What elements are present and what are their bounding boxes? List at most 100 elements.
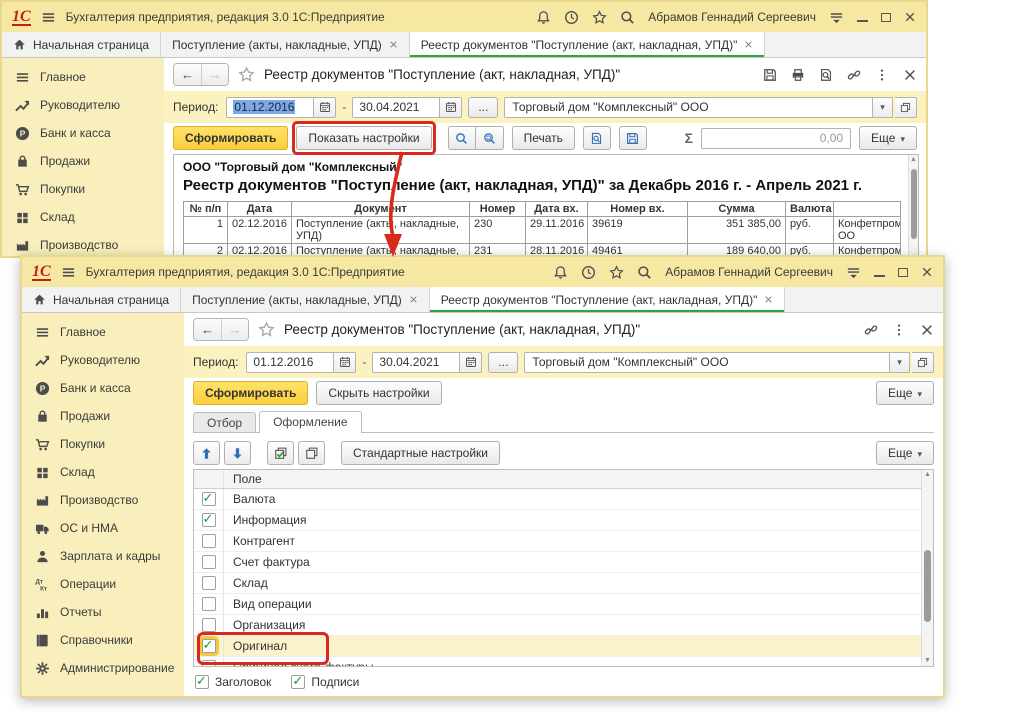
- notifications-bell-icon[interactable]: [553, 265, 568, 280]
- print-icon[interactable]: [791, 68, 805, 82]
- field-checkbox[interactable]: [202, 660, 216, 667]
- field-row[interactable]: Вид операции: [194, 594, 933, 615]
- history-clock-icon[interactable]: [564, 10, 579, 25]
- notifications-bell-icon[interactable]: [536, 10, 551, 25]
- header-checkbox[interactable]: [195, 675, 209, 689]
- favorite-star-icon[interactable]: [258, 321, 275, 338]
- field-checkbox[interactable]: [202, 492, 216, 506]
- sidebar-item[interactable]: Главное: [2, 63, 164, 91]
- calendar-icon[interactable]: [314, 97, 336, 118]
- report-scrollbar[interactable]: ▲: [908, 155, 918, 255]
- hide-settings-button[interactable]: Скрыть настройки: [316, 381, 441, 405]
- date-to-input[interactable]: 30.04.2021: [352, 97, 440, 118]
- generate-button[interactable]: Сформировать: [173, 126, 288, 150]
- user-name[interactable]: Абрамов Геннадий Сергеевич: [665, 265, 833, 279]
- forward-button[interactable]: →: [201, 64, 228, 85]
- user-name[interactable]: Абрамов Геннадий Сергеевич: [648, 10, 816, 24]
- check-all-button[interactable]: [267, 441, 294, 465]
- sidebar-item[interactable]: Склад: [2, 203, 164, 231]
- more-button[interactable]: Еще: [876, 381, 934, 405]
- combo-dropdown-icon[interactable]: [890, 352, 910, 373]
- history-clock-icon[interactable]: [581, 265, 596, 280]
- field-row[interactable]: Контрагент: [194, 531, 933, 552]
- tab-close-icon[interactable]: [409, 295, 418, 304]
- field-row[interactable]: Валюта: [194, 489, 933, 510]
- tab-register-report[interactable]: Реестр документов "Поступление (акт, нак…: [430, 287, 786, 312]
- combo-open-icon[interactable]: [895, 97, 917, 118]
- find-next-button[interactable]: [476, 126, 504, 150]
- date-from-input[interactable]: 01.12.2016: [226, 97, 314, 118]
- field-row[interactable]: Информация: [194, 510, 933, 531]
- close-window-icon[interactable]: [904, 11, 916, 23]
- period-more-button[interactable]: ...: [468, 97, 498, 118]
- sidebar-item[interactable]: Руководителю: [22, 346, 184, 374]
- sidebar-item[interactable]: ОС и НМА: [22, 514, 184, 542]
- date-to-input[interactable]: 30.04.2021: [372, 352, 460, 373]
- date-from-input[interactable]: 01.12.2016: [246, 352, 334, 373]
- signatures-checkbox[interactable]: [291, 675, 305, 689]
- tab-register-report[interactable]: Реестр документов "Поступление (акт, нак…: [410, 32, 766, 57]
- tab-close-icon[interactable]: [744, 40, 753, 49]
- close-window-icon[interactable]: [921, 266, 933, 278]
- calendar-icon[interactable]: [334, 352, 356, 373]
- scroll-up-icon[interactable]: ▲: [922, 470, 933, 480]
- tab-receipts[interactable]: Поступление (акты, накладные, УПД): [181, 287, 430, 312]
- field-row[interactable]: Склад: [194, 573, 933, 594]
- show-settings-button[interactable]: Показать настройки: [296, 126, 431, 150]
- print-button[interactable]: Печать: [512, 126, 575, 150]
- more-kebab-icon[interactable]: [892, 323, 906, 337]
- field-row[interactable]: Организация: [194, 615, 933, 636]
- find-button[interactable]: [448, 126, 476, 150]
- sidebar-item[interactable]: Банк и касса: [22, 374, 184, 402]
- move-up-button[interactable]: [193, 441, 220, 465]
- preview-icon[interactable]: [819, 68, 833, 82]
- sidebar-item[interactable]: Справочники: [22, 626, 184, 654]
- preview-button[interactable]: [583, 126, 611, 150]
- tab-filter[interactable]: Отбор: [193, 412, 256, 432]
- maximize-button[interactable]: [898, 268, 908, 277]
- sidebar-item[interactable]: Продажи: [22, 402, 184, 430]
- field-checkbox[interactable]: [202, 576, 216, 590]
- field-checkbox[interactable]: [202, 555, 216, 569]
- field-checkbox[interactable]: [202, 618, 216, 632]
- minimize-button[interactable]: [857, 20, 868, 22]
- sidebar-item[interactable]: Зарплата и кадры: [22, 542, 184, 570]
- move-down-button[interactable]: [224, 441, 251, 465]
- forward-button[interactable]: →: [221, 319, 248, 340]
- uncheck-all-button[interactable]: [298, 441, 325, 465]
- favorite-star-icon[interactable]: [238, 66, 255, 83]
- service-menu-icon[interactable]: [829, 10, 844, 25]
- header-checkbox-group[interactable]: Заголовок: [195, 675, 271, 689]
- combo-open-icon[interactable]: [912, 352, 934, 373]
- back-button[interactable]: ←: [174, 64, 201, 85]
- more-button[interactable]: Еще: [859, 126, 917, 150]
- save-icon[interactable]: [763, 68, 777, 82]
- sidebar-item[interactable]: Отчеты: [22, 598, 184, 626]
- settings-more-button[interactable]: Еще: [876, 441, 934, 465]
- sidebar-item[interactable]: Склад: [22, 458, 184, 486]
- sidebar-item[interactable]: Производство: [22, 486, 184, 514]
- organization-value[interactable]: Торговый дом "Комплексный" ООО: [524, 352, 890, 373]
- service-menu-icon[interactable]: [846, 265, 861, 280]
- field-checkbox[interactable]: [202, 639, 216, 653]
- organization-combo[interactable]: Торговый дом "Комплексный" ООО: [524, 352, 934, 373]
- tab-close-icon[interactable]: [764, 295, 773, 304]
- save-button[interactable]: [619, 126, 647, 150]
- more-kebab-icon[interactable]: [875, 68, 889, 82]
- get-link-icon[interactable]: [864, 323, 878, 337]
- organization-value[interactable]: Торговый дом "Комплексный" ООО: [504, 97, 873, 118]
- tab-receipts[interactable]: Поступление (акты, накладные, УПД): [161, 32, 410, 57]
- sidebar-item[interactable]: Банк и касса: [2, 119, 164, 147]
- minimize-button[interactable]: [874, 275, 885, 277]
- calendar-icon[interactable]: [460, 352, 482, 373]
- field-row[interactable]: Счет фактура: [194, 552, 933, 573]
- tab-home[interactable]: Начальная страница: [2, 32, 161, 57]
- scroll-up-icon[interactable]: ▲: [909, 155, 918, 165]
- calendar-icon[interactable]: [440, 97, 462, 118]
- standard-settings-button[interactable]: Стандартные настройки: [341, 441, 500, 465]
- scroll-down-icon[interactable]: ▼: [922, 656, 933, 666]
- combo-dropdown-icon[interactable]: [873, 97, 893, 118]
- field-row[interactable]: Оригинал: [194, 636, 933, 657]
- sidebar-item[interactable]: Продажи: [2, 147, 164, 175]
- sidebar-item[interactable]: Операции: [22, 570, 184, 598]
